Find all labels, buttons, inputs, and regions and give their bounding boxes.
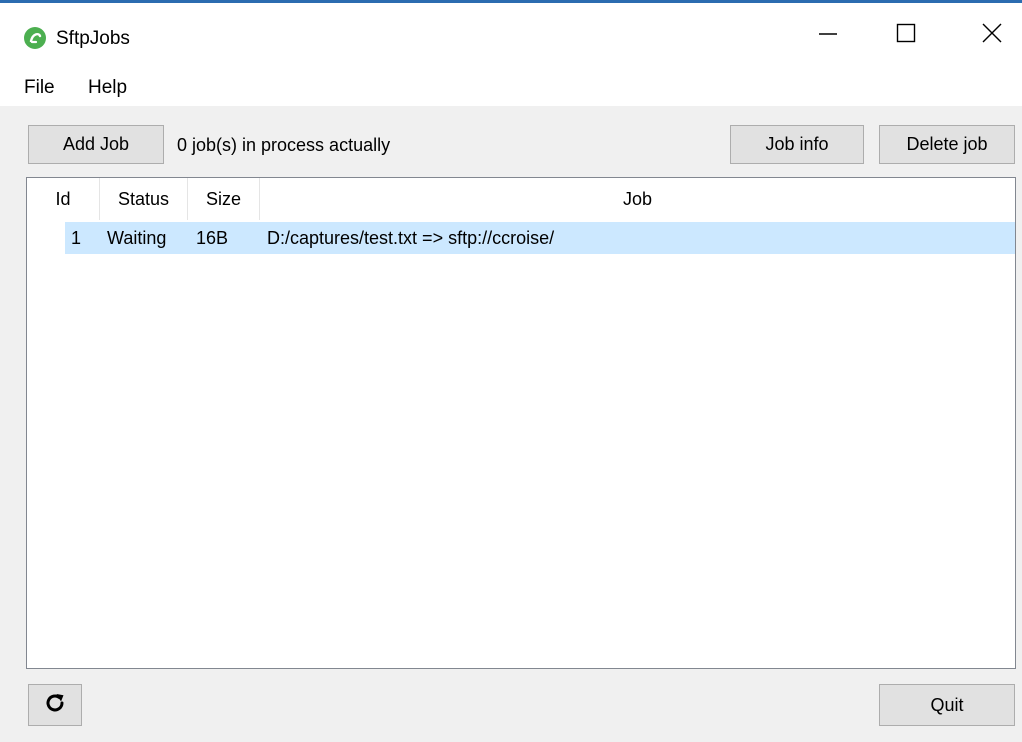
column-header-size[interactable]: Size xyxy=(188,178,260,220)
column-header-status[interactable]: Status xyxy=(100,178,188,220)
close-icon xyxy=(982,23,1002,48)
refresh-button[interactable] xyxy=(28,684,82,726)
cell-job: D:/captures/test.txt => sftp://ccroise/ xyxy=(267,228,555,248)
jobs-status-text: 0 job(s) in process actually xyxy=(177,135,391,155)
delete-job-button[interactable]: Delete job xyxy=(879,125,1015,164)
table-row[interactable]: 1 Waiting 16B D:/captures/test.txt => sf… xyxy=(65,222,1015,254)
menu-bar: File Help xyxy=(0,68,1022,106)
job-info-button[interactable]: Job info xyxy=(730,125,864,164)
refresh-icon xyxy=(44,692,66,719)
column-header-job[interactable]: Job xyxy=(260,178,1015,220)
minimize-icon xyxy=(818,23,838,48)
app-window: SftpJobs File Help Add Job 0 job(s) in p… xyxy=(0,0,1022,742)
sftpjobs-app-icon xyxy=(24,27,46,49)
jobs-table[interactable]: Id Status Size Job 1 Waiting 16B D:/capt… xyxy=(26,177,1016,669)
close-button[interactable] xyxy=(946,3,1022,68)
cell-status: Waiting xyxy=(107,228,167,248)
quit-button[interactable]: Quit xyxy=(879,684,1015,726)
cell-id: 1 xyxy=(71,228,82,248)
title-bar[interactable]: SftpJobs xyxy=(0,3,1022,68)
window-title: SftpJobs xyxy=(56,28,130,49)
maximize-button[interactable] xyxy=(860,3,952,68)
maximize-icon xyxy=(896,23,916,48)
cell-size: 16B xyxy=(196,228,229,248)
main-content: Add Job 0 job(s) in process actually Job… xyxy=(0,106,1022,742)
column-header-id[interactable]: Id xyxy=(27,178,100,220)
add-job-button[interactable]: Add Job xyxy=(28,125,164,164)
menu-file[interactable]: File xyxy=(24,76,55,100)
menu-help[interactable]: Help xyxy=(88,76,127,100)
